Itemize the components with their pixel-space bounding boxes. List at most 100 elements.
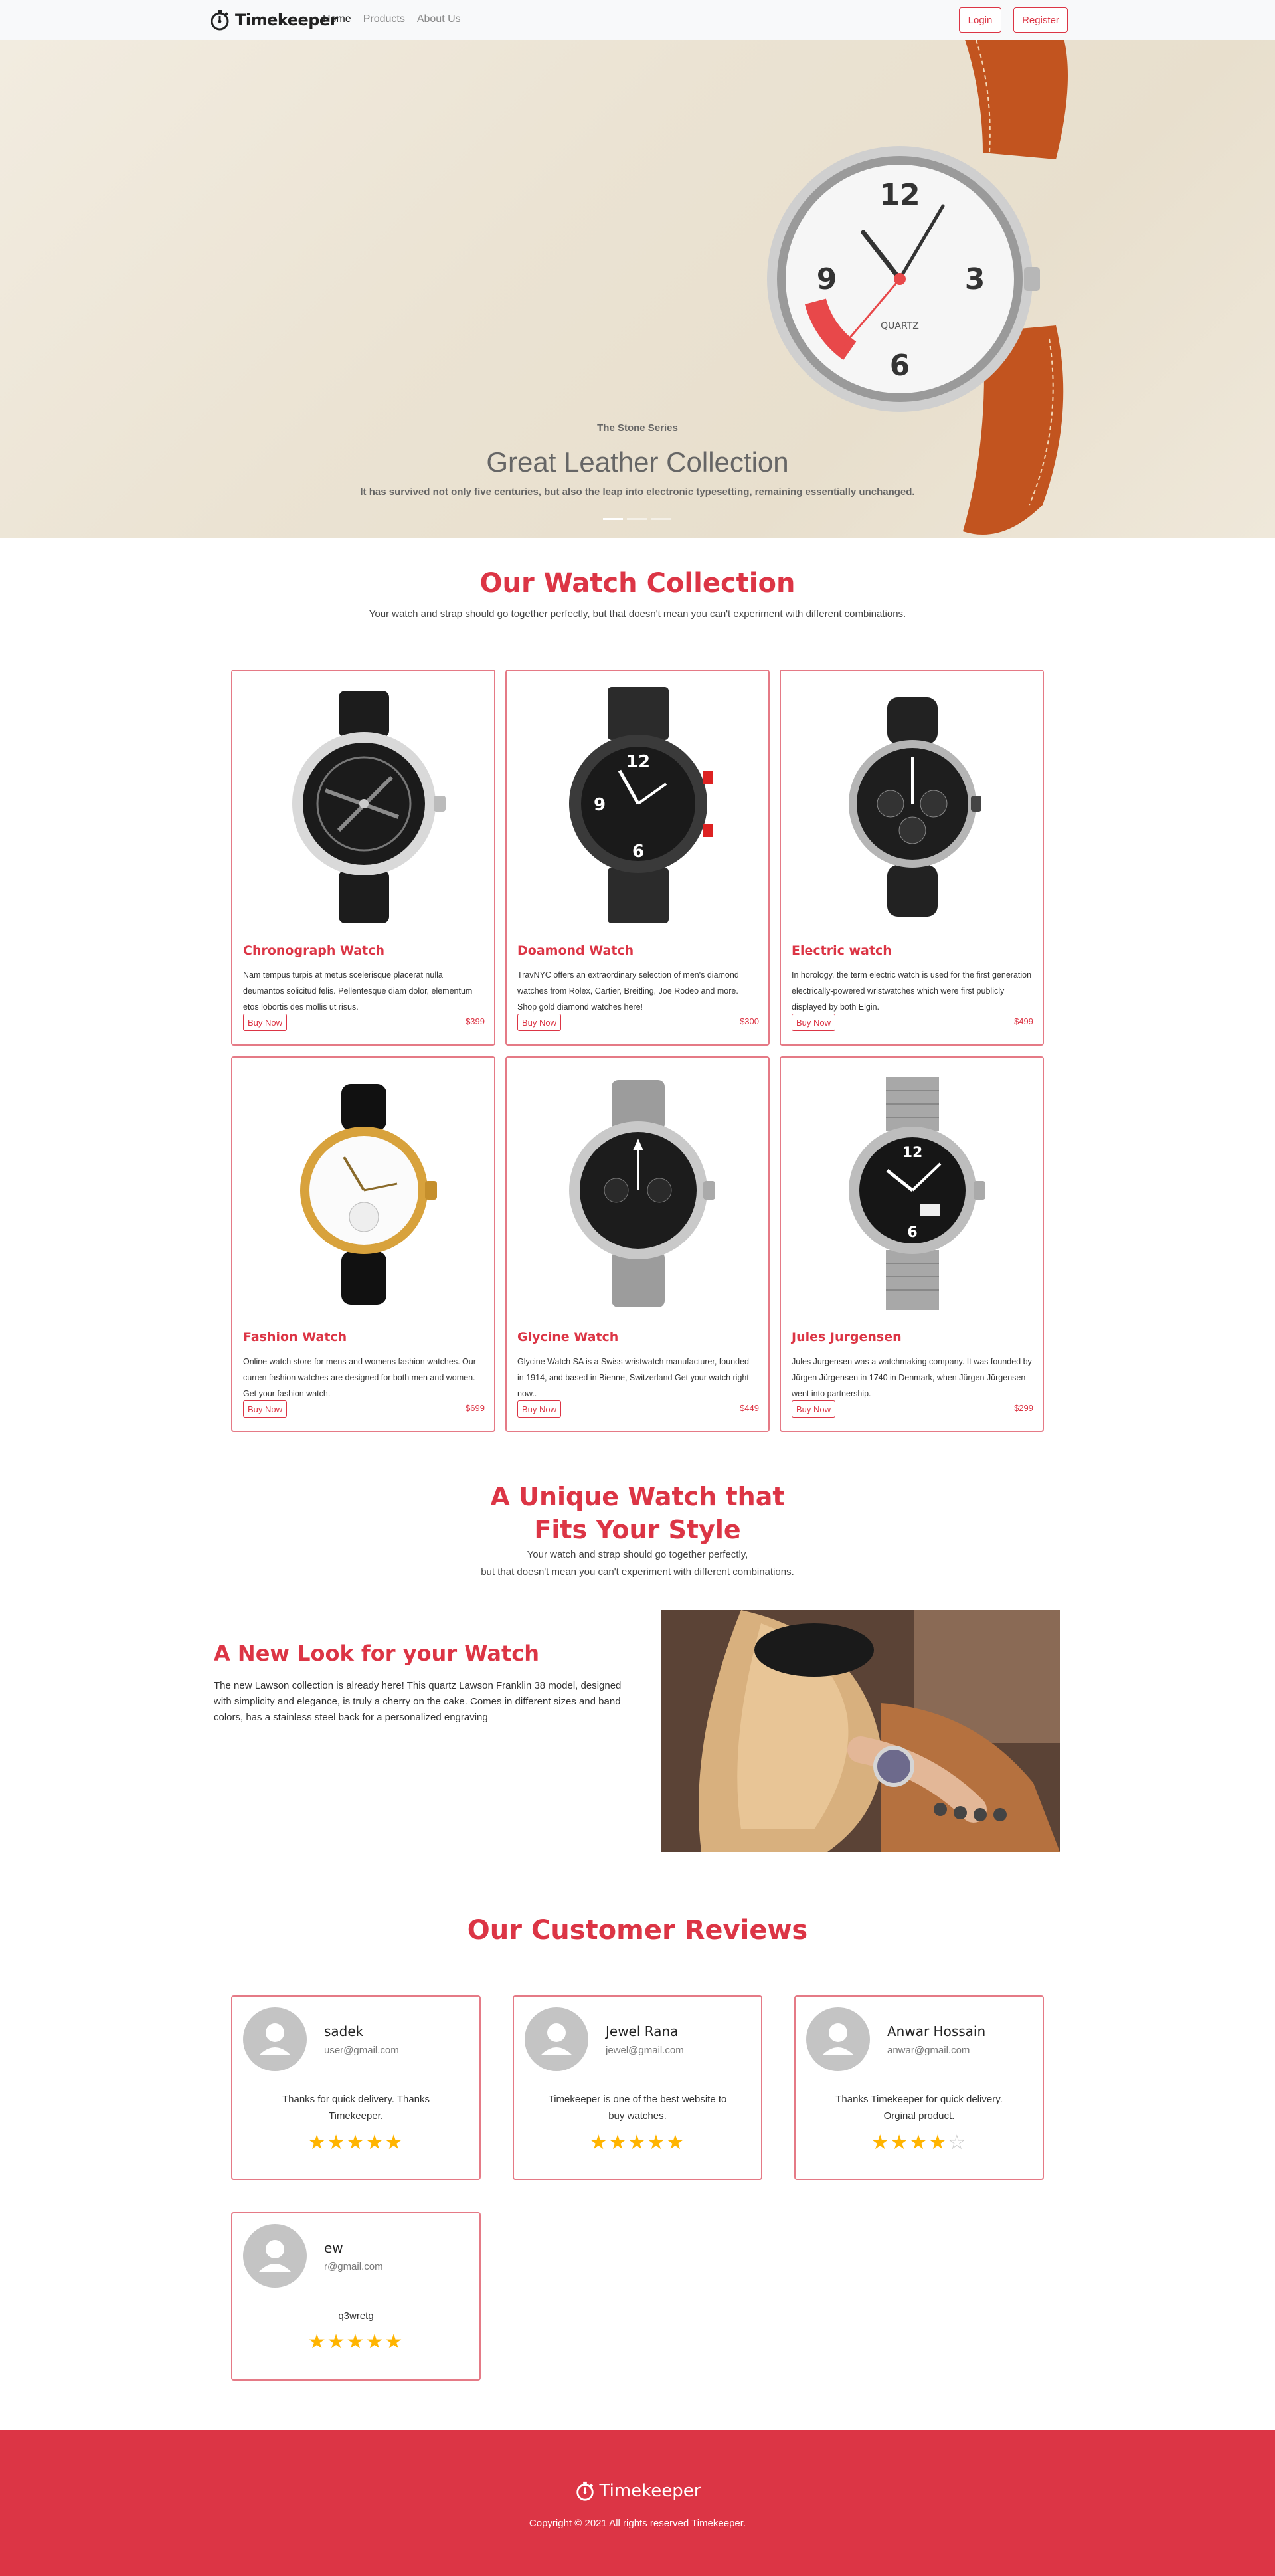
svg-text:12: 12 [879,178,920,212]
hero-description: It has survived not only five centuries,… [360,486,915,498]
product-price: $699 [466,1403,485,1413]
star-icon: ★ [365,2331,385,2353]
review-card: sadek user@gmail.com Thanks for quick de… [231,1995,481,2180]
footer-brand[interactable]: Timekeeper [0,2480,1275,2502]
product-description: Online watch store for mens and womens f… [243,1357,476,1398]
avatar [243,2224,307,2288]
user-avatar-icon [541,2023,572,2055]
buy-now-button[interactable]: Buy Now [243,1014,288,1031]
stopwatch-icon [211,10,229,31]
footer: Timekeeper Copyright © 2021 All rights r… [0,2430,1275,2576]
unique-title: A Unique Watch that Fits Your Style [0,1480,1275,1546]
review-card: Jewel Rana jewel@gmail.com Timekeeper is… [513,1995,762,2180]
product-image: 12 6 [781,1058,1043,1323]
svg-text:3: 3 [965,262,985,296]
carousel-indicator[interactable] [603,518,623,520]
reviewer-email: r@gmail.com [324,2261,383,2272]
buy-now-button[interactable]: Buy Now [517,1400,562,1418]
product-price: $499 [1014,1016,1033,1026]
svg-text:9: 9 [817,262,837,296]
unique-title-line1: A Unique Watch that [490,1482,785,1511]
review-card: ew r@gmail.com q3wretg ★★★★★ [231,2212,481,2381]
product-name: Jules Jurgensen [792,1330,902,1344]
product-price: $300 [740,1016,759,1026]
product-card: 12 6 9 Doamond Watch TravNYC offers an e… [505,670,770,1046]
product-name: Fashion Watch [243,1330,347,1344]
star-icon: ★ [890,2132,910,2154]
register-button[interactable]: Register [1013,7,1068,33]
product-card: Electric watch In horology, the term ele… [780,670,1044,1046]
hero-carousel[interactable]: 12 3 6 9 QUARTZ The Stone Series Great L… [0,40,1275,538]
unique-description: Your watch and strap should go together … [0,1546,1275,1581]
svg-text:9: 9 [594,795,606,815]
rating-stars: ★★★★★ [514,2131,761,2154]
reviewer-name: Jewel Rana [606,2023,679,2039]
star-icon: ★ [384,2331,404,2353]
review-text: Thanks for quick delivery. Thanks Timeke… [282,2094,430,2122]
product-description: TravNYC offers an extraordinary selectio… [517,970,739,1012]
feature-text: The new Lawson collection is already her… [214,1680,622,1723]
unique-desc-line2: but that doesn't mean you can't experime… [481,1566,794,1578]
footer-brand-name: Timekeeper [599,2481,701,2501]
copyright-text: Copyright © 2021 All rights reserved Tim… [529,2518,746,2529]
product-name: Glycine Watch [517,1330,619,1344]
product-image [781,671,1043,937]
carousel-indicator[interactable] [627,518,647,520]
star-empty-icon: ☆ [948,2132,968,2154]
user-avatar-icon [822,2023,854,2055]
brand-name: Timekeeper [235,11,338,29]
product-image [232,1058,494,1323]
unique-desc-line1: Your watch and strap should go together … [527,1549,748,1560]
product-image: 12 6 9 [507,671,768,937]
star-icon: ★ [909,2132,929,2154]
star-icon: ★ [928,2132,948,2154]
avatar [806,2007,870,2071]
star-icon: ★ [871,2132,891,2154]
star-icon: ★ [327,2331,347,2353]
navbar: Timekeeper Home Products About Us Login … [0,0,1275,40]
product-description: Nam tempus turpis at metus scelerisque p… [243,970,473,1012]
product-description: In horology, the term electric watch is … [792,970,1032,1012]
hero-title: Great Leather Collection [486,446,789,478]
star-icon: ★ [589,2132,609,2154]
collection-description: Your watch and strap should go together … [369,608,906,620]
star-icon: ★ [628,2132,647,2154]
nav-link-home[interactable]: Home [323,13,351,25]
brand[interactable]: Timekeeper [209,8,338,32]
user-avatar-icon [259,2023,291,2055]
product-price: $399 [466,1016,485,1026]
feature-title: A New Look for your Watch [214,1641,540,1666]
hero-subtitle: The Stone Series [597,422,678,434]
carousel-indicator[interactable] [651,518,671,520]
product-description: Glycine Watch SA is a Swiss wristwatch m… [517,1357,749,1398]
reviewer-name: Anwar Hossain [887,2023,986,2039]
rating-stars: ★★★★★ [232,2330,479,2353]
star-icon: ★ [307,2132,327,2154]
buy-now-button[interactable]: Buy Now [792,1014,836,1031]
reviews-title: Our Customer Reviews [467,1915,808,1946]
star-icon: ★ [365,2132,385,2154]
product-name: Electric watch [792,943,892,958]
login-button[interactable]: Login [959,7,1001,33]
buy-now-button[interactable]: Buy Now [243,1400,288,1418]
avatar [243,2007,307,2071]
nav-link-about[interactable]: About Us [417,13,461,25]
svg-text:QUARTZ: QUARTZ [881,321,919,331]
avatar [525,2007,588,2071]
buy-now-button[interactable]: Buy Now [792,1400,836,1418]
svg-text:6: 6 [907,1224,917,1241]
buy-now-button[interactable]: Buy Now [517,1014,562,1031]
star-icon: ★ [346,2331,366,2353]
collection-title: Our Watch Collection [479,568,796,598]
user-avatar-icon [259,2240,291,2272]
reviewer-name: sadek [324,2023,364,2039]
svg-text:6: 6 [890,349,910,383]
stopwatch-icon [576,2481,594,2501]
product-card: 12 6 Jules Jurgensen Jules Jurgensen was… [780,1056,1044,1432]
star-icon: ★ [647,2132,667,2154]
reviewer-email: user@gmail.com [324,2045,399,2056]
nav-link-products[interactable]: Products [363,13,405,25]
star-icon: ★ [307,2331,327,2353]
svg-text:6: 6 [632,842,644,862]
product-price: $449 [740,1403,759,1413]
